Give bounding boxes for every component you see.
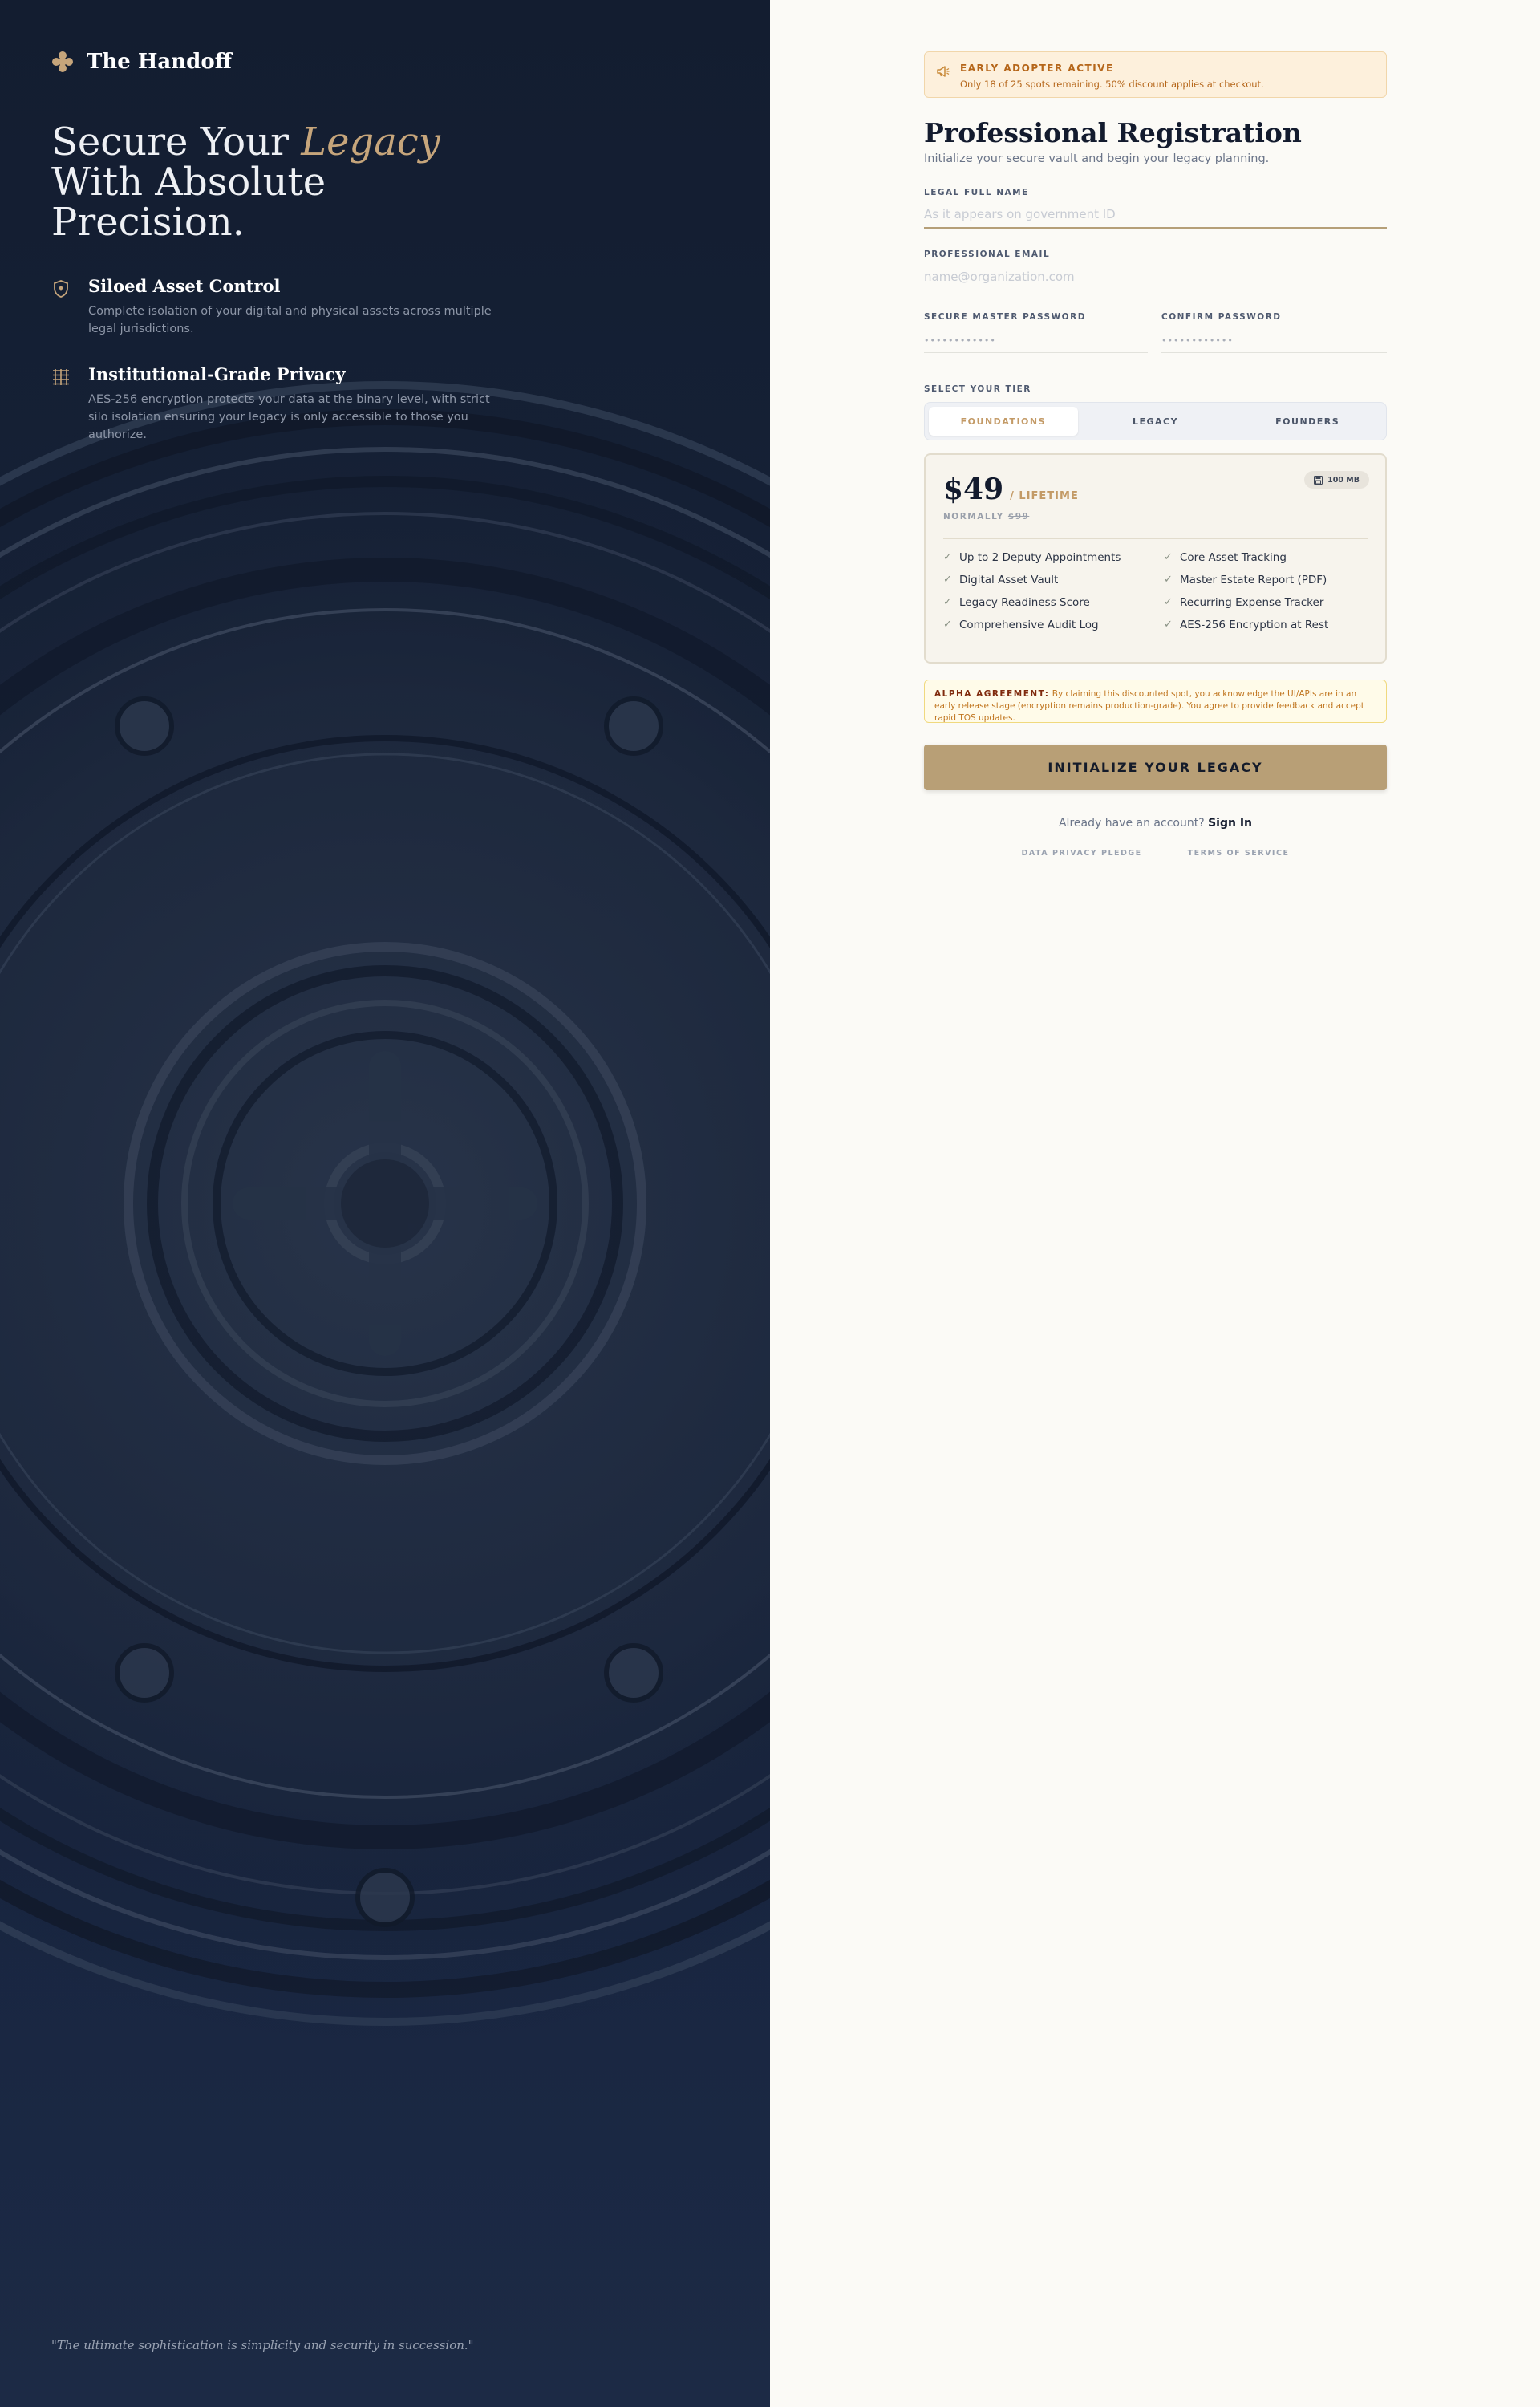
vault-door-illustration [0, 361, 770, 2407]
plan-feature-label: Comprehensive Audit Log [959, 618, 1099, 631]
plan-feature-item: ✓ Comprehensive Audit Log [943, 618, 1164, 631]
plan-feature-label: Core Asset Tracking [1180, 550, 1287, 564]
full-name-input[interactable] [924, 201, 1387, 229]
plan-feature-item: ✓ Master Estate Report (PDF) [1164, 573, 1369, 587]
flower-icon [52, 51, 73, 72]
plan-feature-item: ✓ AES-256 Encryption at Rest [1164, 618, 1369, 631]
page-subtitle: Initialize your secure vault and begin y… [924, 152, 1270, 165]
plan-feature-item: ✓ Legacy Readiness Score [943, 595, 1164, 609]
tier-selector: FOUNDATIONS LEGACY FOUNDERS [924, 402, 1387, 440]
tier-option-foundations[interactable]: FOUNDATIONS [929, 407, 1078, 436]
alpha-agreement-label: ALPHA AGREEMENT: [934, 689, 1050, 699]
full-name-label: LEGAL FULL NAME [924, 188, 1029, 197]
plan-feature-item: ✓ Core Asset Tracking [1164, 550, 1369, 564]
feature-institutional-privacy: Institutional-Grade Privacy AES-256 encr… [51, 364, 500, 444]
confirm-password-input[interactable] [1161, 326, 1387, 353]
lattice-icon [53, 369, 69, 385]
privacy-pledge-link[interactable]: DATA PRIVACY PLEDGE [1022, 849, 1142, 858]
registration-panel: EARLY ADOPTER ACTIVE Only 18 of 25 spots… [770, 0, 1540, 2407]
plan-feature-label: Recurring Expense Tracker [1180, 595, 1324, 609]
plan-feature-list: ✓ Up to 2 Deputy Appointments ✓ Core Asset… [943, 550, 1369, 631]
signin-prompt: Already have an account? Sign In [924, 817, 1387, 830]
price-amount: $49 [943, 473, 1004, 506]
feature-title: Siloed Asset Control [88, 276, 281, 296]
alpha-agreement-notice: ALPHA AGREEMENT: By claiming this discou… [924, 680, 1387, 723]
shield-icon [54, 280, 68, 298]
early-adopter-banner: EARLY ADOPTER ACTIVE Only 18 of 25 spots… [924, 51, 1387, 98]
page-title: Professional Registration [924, 117, 1302, 148]
password-label: SECURE MASTER PASSWORD [924, 312, 1086, 322]
legal-links: DATA PRIVACY PLEDGE TERMS OF SERVICE [924, 848, 1387, 858]
hero-line-2: With Absolute [51, 160, 326, 205]
hero-headline: Secure Your Legacy With Absolute Precisi… [51, 122, 500, 242]
check-icon: ✓ [943, 574, 952, 586]
signin-link[interactable]: Sign In [1208, 817, 1252, 830]
feature-description: Complete isolation of your digital and p… [88, 305, 492, 335]
plan-feature-label: Legacy Readiness Score [959, 595, 1090, 609]
plan-feature-label: Digital Asset Vault [959, 573, 1059, 587]
price-term: / LIFETIME [1010, 490, 1079, 502]
plan-feature-item: ✓ Up to 2 Deputy Appointments [943, 550, 1164, 564]
plan-feature-item: ✓ Digital Asset Vault [943, 573, 1164, 587]
tier-option-legacy[interactable]: LEGACY [1081, 407, 1230, 436]
hero-accent: Legacy [301, 120, 440, 164]
plan-divider [943, 538, 1368, 539]
storage-amount: 100 MB [1327, 475, 1360, 485]
check-icon: ✓ [943, 551, 952, 563]
original-price-label: NORMALLY [943, 512, 1004, 522]
check-icon: ✓ [943, 619, 952, 631]
signin-prompt-text: Already have an account? [1058, 817, 1209, 830]
hero-line-1: Secure Your [51, 120, 302, 164]
floppy-disk-icon [1314, 475, 1323, 485]
original-price-value: $99 [1007, 512, 1030, 522]
original-price: NORMALLY $99 [943, 512, 1029, 522]
check-icon: ✓ [1164, 596, 1173, 608]
tier-label: SELECT YOUR TIER [924, 384, 1031, 394]
brand-name: The Handoff [87, 50, 233, 74]
initialize-legacy-button[interactable]: INITIALIZE YOUR LEGACY [924, 745, 1387, 790]
email-input[interactable] [924, 263, 1387, 290]
feature-description: AES-256 encryption protects your data at… [88, 393, 490, 441]
plan-feature-item: ✓ Recurring Expense Tracker [1164, 595, 1369, 609]
brand-logo[interactable]: The Handoff [51, 50, 232, 74]
tier-option-founders[interactable]: FOUNDERS [1233, 407, 1382, 436]
brand-panel: The Handoff Secure Your Legacy With Abso… [0, 0, 770, 2407]
confirm-password-label: CONFIRM PASSWORD [1161, 312, 1282, 322]
plan-feature-label: Master Estate Report (PDF) [1180, 573, 1327, 587]
feature-title: Institutional-Grade Privacy [88, 364, 346, 384]
brand-quote: "The ultimate sophistication is simplici… [51, 2338, 474, 2352]
plan-card: $49 / LIFETIME NORMALLY $99 100 MB ✓ Up t… [924, 453, 1387, 664]
check-icon: ✓ [1164, 619, 1173, 631]
check-icon: ✓ [1164, 551, 1173, 563]
password-input[interactable] [924, 326, 1148, 353]
hero-line-3: Precision. [51, 200, 245, 245]
terms-of-service-link[interactable]: TERMS OF SERVICE [1188, 849, 1290, 858]
check-icon: ✓ [1164, 574, 1173, 586]
plan-price: $49 / LIFETIME [943, 473, 1079, 506]
storage-badge: 100 MB [1304, 471, 1369, 489]
plan-feature-label: AES-256 Encryption at Rest [1180, 618, 1329, 631]
plan-feature-label: Up to 2 Deputy Appointments [959, 550, 1121, 564]
feature-siloed-asset-control: Siloed Asset Control Complete isolation … [51, 276, 500, 338]
megaphone-icon [937, 66, 950, 77]
banner-text: Only 18 of 25 spots remaining. 50% disco… [960, 79, 1264, 90]
check-icon: ✓ [943, 596, 952, 608]
banner-title: EARLY ADOPTER ACTIVE [960, 63, 1114, 74]
email-label: PROFESSIONAL EMAIL [924, 250, 1051, 259]
